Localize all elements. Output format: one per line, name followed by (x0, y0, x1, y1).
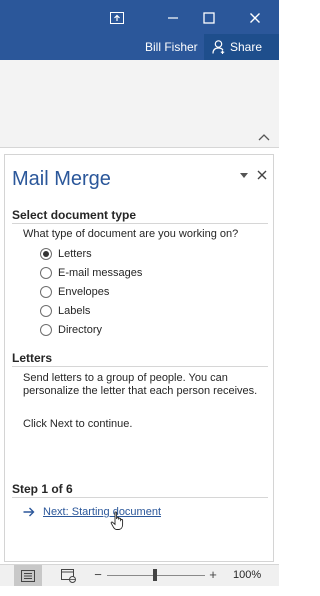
zoom-out-button[interactable]: − (93, 567, 103, 583)
divider (12, 366, 268, 367)
close-icon (250, 13, 260, 23)
print-layout-button[interactable] (14, 565, 42, 586)
close-pane-icon[interactable] (256, 169, 268, 181)
divider (12, 223, 268, 224)
next-link-label: Next: Starting document (43, 506, 162, 518)
pane-options-icon[interactable] (238, 169, 250, 181)
zoom-in-button[interactable]: + (207, 567, 219, 583)
web-layout-button[interactable] (60, 568, 78, 584)
continue-instruction: Click Next to continue. (23, 418, 133, 430)
radio-label: Labels (58, 305, 91, 317)
close-window-button[interactable] (240, 6, 270, 30)
radio-button[interactable] (40, 286, 52, 298)
radio-directory[interactable]: Directory (40, 322, 102, 338)
letters-description: Send letters to a group of people. You c… (23, 372, 258, 397)
document-type-question: What type of document are you working on… (23, 228, 239, 240)
minimize-icon (168, 17, 178, 19)
radio-label: E-mail messages (58, 267, 143, 279)
radio-button[interactable] (40, 248, 52, 260)
arrow-right-icon (23, 507, 35, 517)
web-layout-icon (61, 569, 76, 583)
radio-label: Directory (58, 324, 103, 336)
title-bar: Bill Fisher Share (0, 0, 279, 60)
person-icon (212, 40, 225, 54)
divider (12, 497, 268, 498)
zoom-slider-thumb[interactable] (153, 569, 157, 581)
radio-button[interactable] (40, 324, 52, 336)
hand-cursor-icon (110, 511, 124, 530)
maximize-icon (203, 12, 215, 24)
ribbon-display-options-button[interactable] (102, 6, 132, 30)
status-bar: − + 100% (0, 564, 279, 586)
maximize-button[interactable] (194, 6, 224, 30)
radio-button[interactable] (40, 305, 52, 317)
share-button[interactable]: Share (204, 34, 279, 60)
minimize-button[interactable] (158, 6, 188, 30)
radio-envelopes[interactable]: Envelopes (40, 284, 109, 300)
select-document-type-heading: Select document type (12, 208, 137, 222)
mail-merge-pane: Mail Merge Select document type What typ… (4, 154, 274, 562)
letters-heading: Letters (12, 351, 53, 365)
share-label: Share (230, 40, 263, 54)
pane-title: Mail Merge (12, 168, 111, 190)
next-step-link[interactable]: Next: Starting document (23, 506, 161, 518)
radio-label: Letters (58, 248, 92, 260)
zoom-level[interactable]: 100% (233, 569, 261, 581)
radio-letters[interactable]: Letters (40, 246, 92, 262)
radio-labels[interactable]: Labels (40, 303, 90, 319)
radio-button[interactable] (40, 267, 52, 279)
collapse-ribbon-icon[interactable] (257, 132, 271, 144)
step-indicator: Step 1 of 6 (12, 482, 73, 496)
ribbon-area (0, 60, 279, 148)
print-layout-icon (21, 569, 35, 582)
radio-label: Envelopes (58, 286, 110, 298)
user-name[interactable]: Bill Fisher (145, 40, 198, 54)
ribbon-display-options-icon (110, 12, 124, 24)
radio-email-messages[interactable]: E-mail messages (40, 265, 142, 281)
